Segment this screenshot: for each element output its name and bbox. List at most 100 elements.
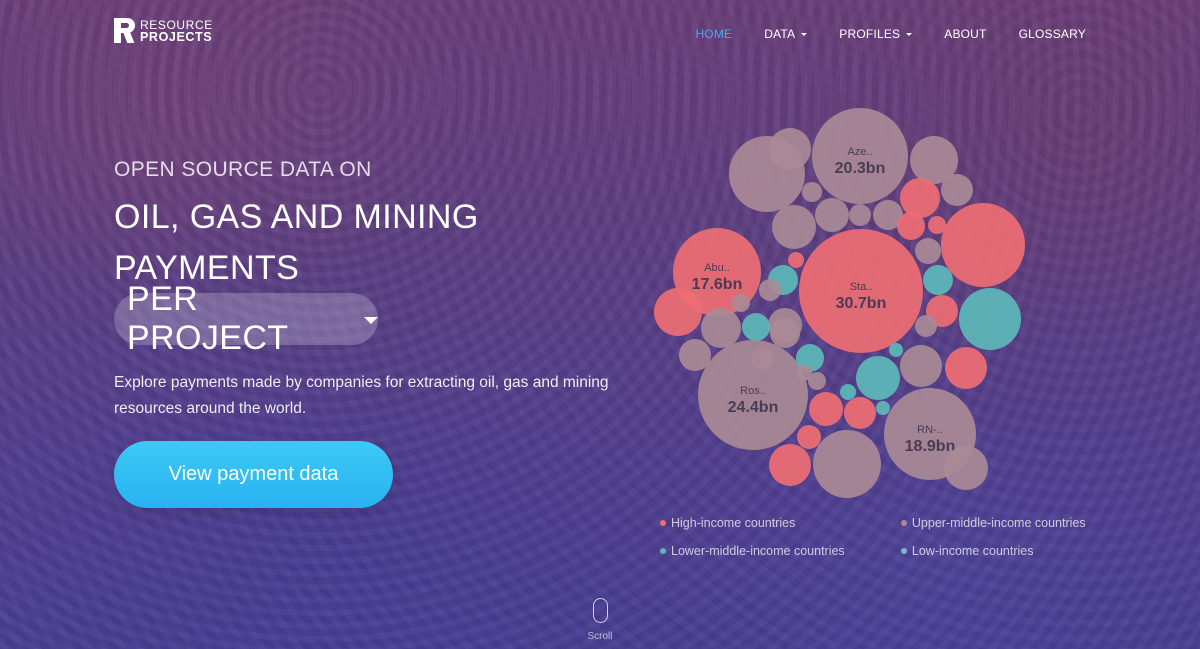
bubble[interactable] (840, 384, 856, 400)
bubble[interactable] (772, 205, 816, 249)
bubble-circle (840, 384, 856, 400)
caret-down-icon (364, 316, 378, 324)
legend-dot (660, 520, 666, 526)
legend-upper-middle-income: Upper-middle-income countries (900, 516, 1100, 530)
bubble[interactable] (889, 343, 903, 357)
bubble[interactable] (769, 444, 811, 486)
nav-item-label: HOME (695, 27, 733, 41)
bubble-value-label: 17.6bn (692, 276, 743, 293)
bubble[interactable] (941, 203, 1025, 287)
bubble[interactable] (944, 446, 988, 490)
bubble[interactable] (844, 397, 876, 429)
legend-dot (900, 520, 907, 526)
bubble-circle (815, 198, 849, 232)
nav-item-home[interactable]: HOME (695, 27, 732, 41)
bubble-circle (849, 204, 871, 226)
bubble[interactable] (959, 288, 1021, 350)
bubble[interactable] (813, 430, 881, 498)
bubble[interactable] (742, 313, 770, 341)
bubble[interactable] (941, 174, 973, 206)
nav-item-about[interactable]: ABOUT (944, 27, 986, 41)
bubble[interactable] (770, 318, 800, 348)
bubble-circle (797, 425, 821, 449)
bubble[interactable] (849, 204, 871, 226)
bubble-circle (796, 365, 812, 381)
bubble-circle (889, 343, 903, 357)
nav-item-data[interactable]: DATA (764, 27, 808, 41)
bubble[interactable] (915, 238, 941, 264)
bubble[interactable] (809, 392, 843, 426)
bubble[interactable] (759, 279, 781, 301)
bubble-circle (759, 279, 781, 301)
bubble-circle (770, 318, 800, 348)
bubble[interactable] (802, 182, 822, 202)
bubble-circle (788, 252, 804, 268)
per-project-selector[interactable]: PER PROJECT (114, 280, 378, 357)
bubble-company-label: Ros.. (740, 385, 766, 397)
bubble-labeled[interactable]: Aze.. 20.3bn (812, 108, 908, 204)
bubble-circle (809, 392, 843, 426)
bubble-value-label: 30.7bn (836, 295, 887, 312)
bubble-circle (769, 128, 811, 170)
bubble[interactable] (732, 294, 750, 312)
hero-headline: OIL, GAS AND MINING PAYMENTS (114, 192, 534, 294)
bubble[interactable] (945, 347, 987, 389)
bubble[interactable] (769, 128, 811, 170)
bubble[interactable] (900, 178, 940, 218)
bubble-circle (900, 345, 942, 387)
legend-label: High-income countries (671, 516, 796, 530)
nav-item-profiles[interactable]: PROFILES (839, 27, 913, 41)
logo-r-icon (114, 18, 135, 43)
bubble-circle (923, 265, 953, 295)
bubble[interactable] (856, 356, 900, 400)
view-payment-data-button[interactable]: View payment data (114, 441, 393, 508)
bubble[interactable] (915, 315, 937, 337)
bubble-value-label: 18.9bn (905, 438, 956, 455)
bubble-circle (944, 446, 988, 490)
bubble[interactable] (701, 308, 741, 348)
bubble-circle (813, 430, 881, 498)
legend-dot (900, 548, 907, 554)
bubble-circle (915, 238, 941, 264)
bubble-labeled[interactable]: Sta.. 30.7bn (799, 229, 923, 353)
bubble-company-label: Abu.. (704, 262, 730, 274)
bubble-circle (802, 182, 822, 202)
bubble-circle (856, 356, 900, 400)
legend-lower-middle-income: Lower-middle-income countries (660, 544, 901, 558)
bubble[interactable] (679, 339, 711, 371)
bubble[interactable] (897, 212, 925, 240)
bubble-circle (732, 294, 750, 312)
bubble-value-label: 24.4bn (728, 399, 779, 416)
bubble-circle (945, 347, 987, 389)
bubble-value-label: 20.3bn (835, 160, 886, 177)
bubble[interactable] (796, 365, 812, 381)
hero-kicker: OPEN SOURCE DATA ON (114, 158, 372, 181)
bubble-company-label: RN-.. (917, 424, 943, 436)
hero-headline-line1: OIL, GAS AND MINING (114, 198, 479, 236)
scroll-label: Scroll (587, 631, 613, 642)
logo-text-line2: PROJECTS (140, 29, 213, 44)
bubble-company-label: Sta.. (850, 281, 873, 293)
hero-description: Explore payments made by companies for e… (114, 374, 609, 417)
bubble-circle (941, 174, 973, 206)
legend-low-income: Low-income countries (900, 544, 1100, 558)
scroll-indicator[interactable]: Scroll (584, 598, 616, 642)
bubble-circle (679, 339, 711, 371)
bubble[interactable] (923, 265, 953, 295)
bubble-circle (654, 288, 702, 336)
caret-down-icon (801, 33, 808, 36)
bubble-circle (751, 348, 773, 370)
bubble[interactable] (900, 345, 942, 387)
bubble[interactable] (751, 348, 773, 370)
bubble-circle (701, 308, 741, 348)
nav-item-label: GLOSSARY (1018, 27, 1086, 41)
nav-item-glossary[interactable]: GLOSSARY (1019, 27, 1086, 41)
bubble[interactable] (928, 216, 946, 234)
per-project-selector-label: PER PROJECT (127, 280, 289, 357)
bubble[interactable] (815, 198, 849, 232)
bubble[interactable] (654, 288, 702, 336)
bubble[interactable] (797, 425, 821, 449)
logo[interactable]: RESOURCE PROJECTS (114, 18, 213, 43)
bubble[interactable] (788, 252, 804, 268)
bubble[interactable] (876, 401, 890, 415)
